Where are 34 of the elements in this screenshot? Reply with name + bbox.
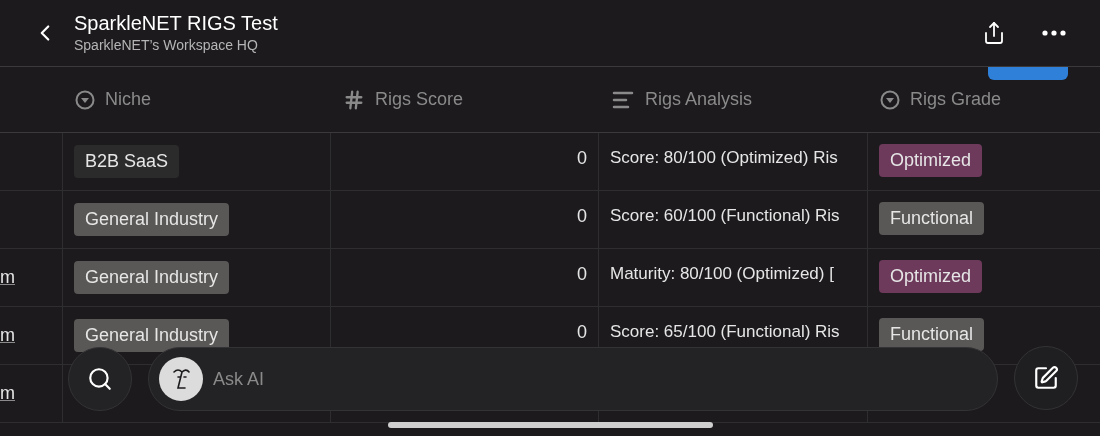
tag: General Industry [74,203,230,236]
table-cell-text: m [0,266,15,289]
ask-ai-field[interactable]: Ask AI [148,347,998,411]
column-header[interactable]: Rigs Analysis [599,67,868,132]
tag: General Industry [74,319,230,352]
dropdown-icon [880,89,900,110]
tag: B2B SaaS [74,145,180,178]
table-cell-text: 0 [577,321,587,344]
tag: Optimized [879,144,983,177]
face-icon [159,357,203,401]
column-header[interactable]: Rigs Grade [868,67,1100,132]
table-cell-text: Maturity: 80/100 (Optimized) [ [610,263,834,285]
page-title: SparkleNET RIGS Test [74,11,278,35]
table-cell-text: Score: 60/100 (Functional) Ris [610,205,840,227]
hash-icon [343,88,365,111]
table-cell-text: 0 [577,263,587,286]
table-cell-text: 0 [577,205,587,228]
tag: Optimized [879,260,983,293]
column-header[interactable]: Niche [63,67,331,132]
table-cell-text: m [0,324,15,347]
table-cell-text: 0 [577,147,587,170]
workspace-name: SparkleNET’s Workspace HQ [74,36,259,55]
column-header[interactable]: Rigs Score [331,67,599,132]
table-cell-text: Score: 80/100 (Optimized) Ris [610,147,838,169]
edit-icon [1033,365,1059,391]
search-icon [87,366,113,392]
ask-input[interactable]: Ask AI [213,365,997,393]
tag: General Industry [74,261,230,294]
table-cell-text: Score: 65/100 (Functional) Ris [610,321,840,343]
table-cell-text: m [0,382,15,405]
more-icon [1042,30,1066,36]
share-icon [982,21,1006,45]
tag: Functional [879,202,985,235]
dropdown-icon [75,89,95,110]
